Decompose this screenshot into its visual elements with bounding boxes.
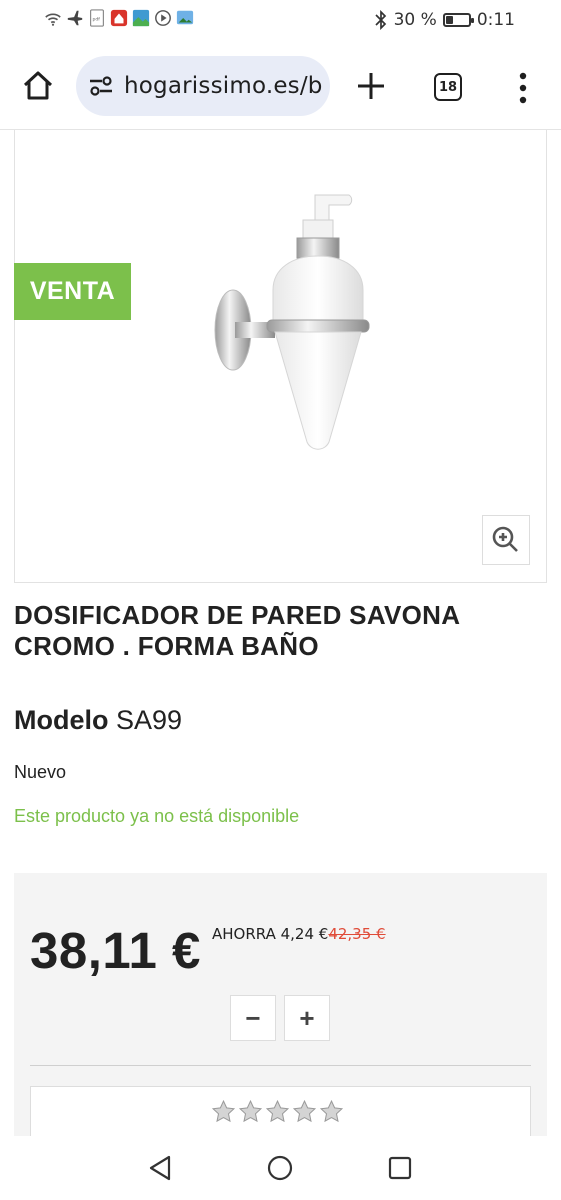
gallery-icon bbox=[132, 9, 150, 27]
star-icon[interactable] bbox=[265, 1099, 290, 1124]
battery-icon bbox=[442, 13, 474, 27]
site-settings-icon[interactable] bbox=[88, 73, 114, 99]
home-nav-icon[interactable] bbox=[267, 1155, 293, 1181]
recent-apps-icon[interactable] bbox=[388, 1156, 412, 1180]
current-price: 38,11 € bbox=[30, 922, 201, 979]
old-price: 42,35 € bbox=[328, 925, 386, 943]
home-icon[interactable] bbox=[18, 66, 58, 106]
star-icon[interactable] bbox=[211, 1099, 236, 1124]
quantity-increase-button[interactable]: + bbox=[284, 995, 330, 1041]
product-image[interactable] bbox=[14, 130, 547, 583]
zoom-in-icon bbox=[492, 526, 518, 552]
pdf-icon: pdf bbox=[90, 9, 104, 27]
product-condition: Nuevo bbox=[14, 762, 67, 782]
bluetooth-icon bbox=[375, 10, 386, 30]
status-bar: pdf 30 % 0:11 bbox=[0, 0, 561, 42]
browser-toolbar: hogarissimo.es/b 18 bbox=[0, 42, 561, 130]
battery-fill bbox=[445, 16, 453, 24]
star-icon[interactable] bbox=[319, 1099, 344, 1124]
more-options-icon[interactable] bbox=[508, 68, 538, 108]
photos-icon bbox=[176, 10, 194, 25]
availability-message: Este producto ya no está disponible bbox=[14, 806, 300, 826]
product-model: Modelo SA99 bbox=[14, 705, 182, 736]
media-icon bbox=[155, 10, 171, 26]
airplane-icon bbox=[67, 10, 83, 26]
model-label: Modelo bbox=[14, 705, 109, 735]
star-icon[interactable] bbox=[292, 1099, 317, 1124]
back-icon[interactable] bbox=[147, 1154, 173, 1182]
notification-icons: pdf bbox=[44, 9, 194, 27]
status-right: 30 % 0:11 bbox=[374, 10, 515, 30]
savings-info: AHORRA 4,24 €42,35 € bbox=[212, 925, 386, 943]
address-bar[interactable]: hogarissimo.es/b bbox=[76, 56, 330, 116]
app-icon bbox=[110, 9, 128, 27]
divider bbox=[30, 1065, 531, 1066]
star-icon[interactable] bbox=[238, 1099, 263, 1124]
zoom-button[interactable] bbox=[482, 515, 530, 565]
soap-dispenser-image bbox=[214, 194, 370, 450]
sale-badge: VENTA bbox=[14, 263, 131, 320]
url-text: hogarissimo.es/b bbox=[124, 73, 323, 99]
model-value: SA99 bbox=[116, 705, 183, 735]
product-title: DOSIFICADOR DE PARED SAVONA CROMO . FORM… bbox=[14, 600, 460, 661]
quantity-decrease-button[interactable]: − bbox=[230, 995, 276, 1041]
clock: 0:11 bbox=[476, 10, 515, 30]
new-tab-icon[interactable] bbox=[352, 66, 390, 106]
rating-stars[interactable] bbox=[211, 1099, 344, 1124]
tab-switcher-button[interactable]: 18 bbox=[434, 73, 462, 101]
battery-percentage: 30 % bbox=[393, 10, 437, 30]
savings-label: AHORRA 4,24 € bbox=[212, 925, 329, 943]
svg-text:pdf: pdf bbox=[93, 17, 101, 23]
system-nav-bar bbox=[0, 1136, 561, 1200]
wifi-icon bbox=[45, 13, 61, 26]
price-box: 38,11 € AHORRA 4,24 €42,35 € − + bbox=[14, 873, 547, 1146]
